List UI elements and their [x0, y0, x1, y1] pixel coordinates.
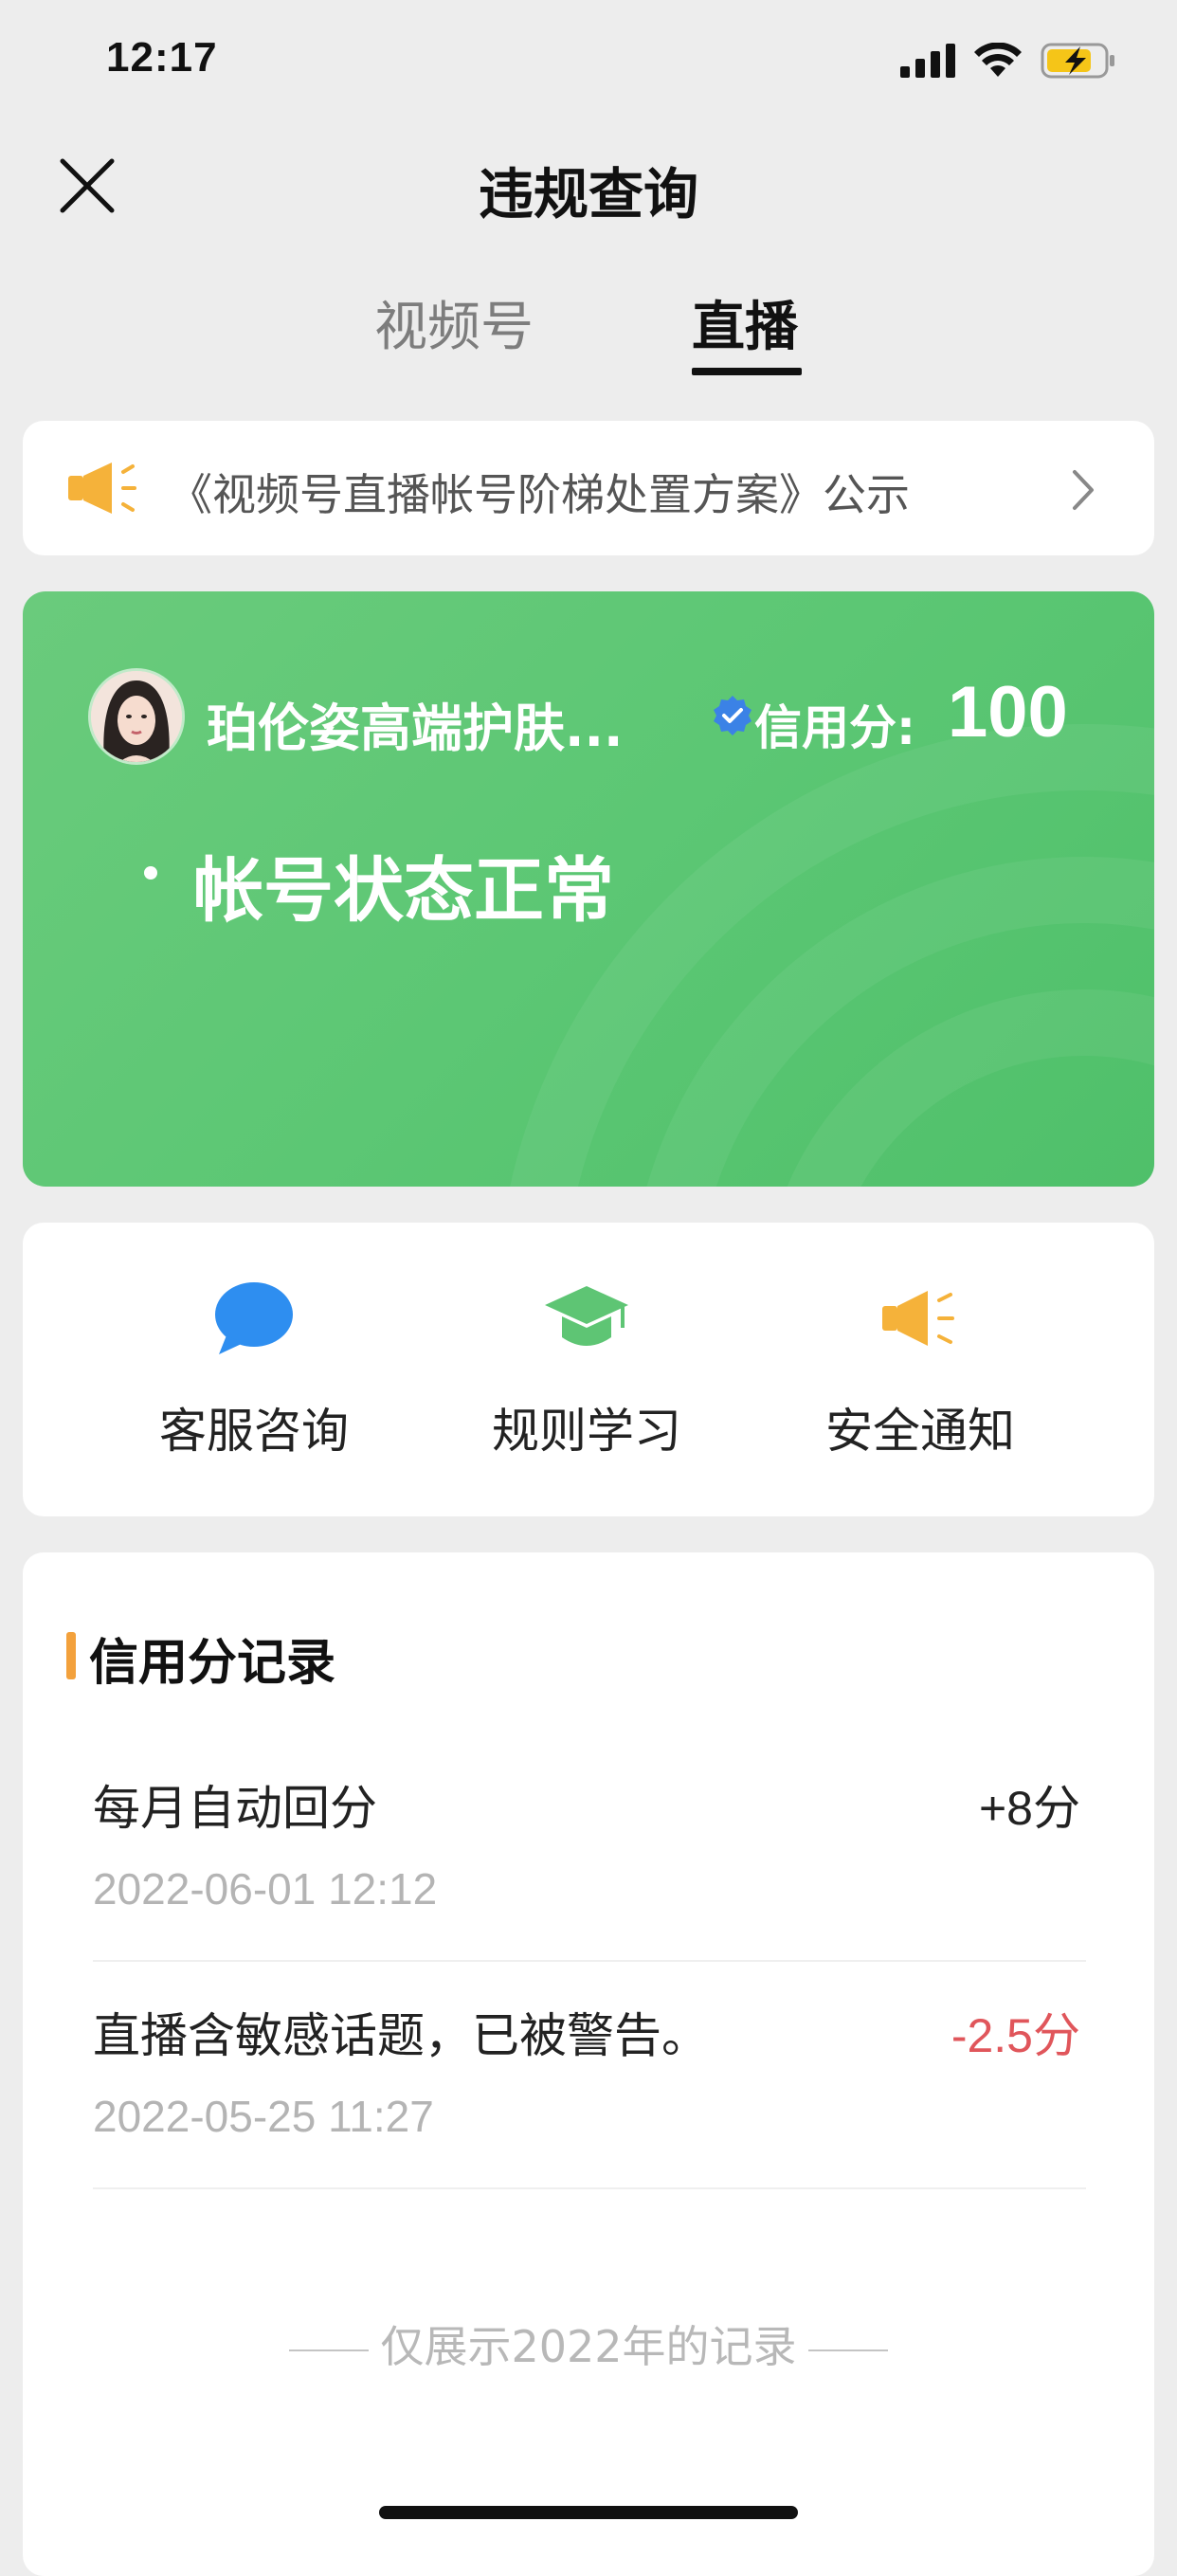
customer-service-label: 客服咨询 — [159, 1404, 349, 1459]
records-footer: 仅展示2022年的记录 — [0, 2313, 1177, 2375]
record-divider — [93, 1960, 1086, 1962]
notice-text: 《视频号直播帐号阶梯处置方案》公示 — [169, 469, 910, 520]
chevron-right-icon — [1073, 470, 1094, 510]
records-footer-text: 仅展示2022年的记录 — [380, 2321, 797, 2372]
status-icons — [900, 42, 1116, 80]
credit-label: 信用分: — [754, 700, 915, 755]
status-bullet — [144, 866, 157, 880]
tab-video[interactable]: 视频号 — [374, 284, 534, 361]
records-title: 信用分记录 — [89, 1635, 336, 1692]
safety-notice-label: 安全通知 — [825, 1404, 1015, 1459]
signal-icon — [900, 44, 955, 78]
record-score-change: -2.5分 — [951, 1998, 1080, 2066]
section-accent-bar — [66, 1632, 76, 1679]
record-score-value: +8 — [978, 1782, 1033, 1835]
record-score-change: +8分 — [979, 1770, 1080, 1839]
record-time: 2022-05-25 11:27 — [93, 2092, 434, 2141]
tab-live[interactable]: 直播 — [692, 284, 798, 361]
wifi-icon — [974, 43, 1022, 77]
chat-bubble-icon — [215, 1282, 293, 1354]
record-divider — [93, 2187, 1086, 2189]
active-tab-underline — [692, 368, 802, 375]
avatar — [91, 671, 182, 762]
record-score-unit: 分 — [1033, 2008, 1080, 2063]
megaphone-icon — [882, 1291, 954, 1346]
account-status: 帐号状态正常 — [193, 850, 614, 932]
verified-badge-icon — [714, 696, 751, 735]
record-description: 直播含敏感话题，已被警告。 — [93, 2008, 709, 2063]
customer-service-button[interactable]: 客服咨询 — [112, 1276, 396, 1461]
battery-charging-icon — [1041, 43, 1114, 79]
record-score-unit: 分 — [1033, 1781, 1080, 1836]
status-time: 12:17 — [106, 34, 218, 81]
graduation-cap-icon — [545, 1286, 628, 1346]
home-indicator[interactable] — [379, 2506, 798, 2519]
page-title: 违规查询 — [478, 162, 698, 227]
avatar-image — [91, 671, 182, 762]
safety-notice-button[interactable]: 安全通知 — [778, 1276, 1062, 1461]
rules-learning-button[interactable]: 规则学习 — [444, 1276, 729, 1461]
record-time: 2022-06-01 12:12 — [93, 1864, 438, 1914]
megaphone-icon — [68, 463, 136, 514]
credit-score: 100 — [948, 672, 1068, 753]
record-score-value: -2.5 — [951, 2009, 1033, 2062]
footer-line-left — [289, 2349, 370, 2351]
record-description: 每月自动回分 — [93, 1781, 377, 1836]
rules-learning-label: 规则学习 — [492, 1404, 681, 1459]
footer-line-right — [807, 2349, 888, 2351]
account-name: 珀伦姿高端护肤... — [207, 698, 624, 758]
